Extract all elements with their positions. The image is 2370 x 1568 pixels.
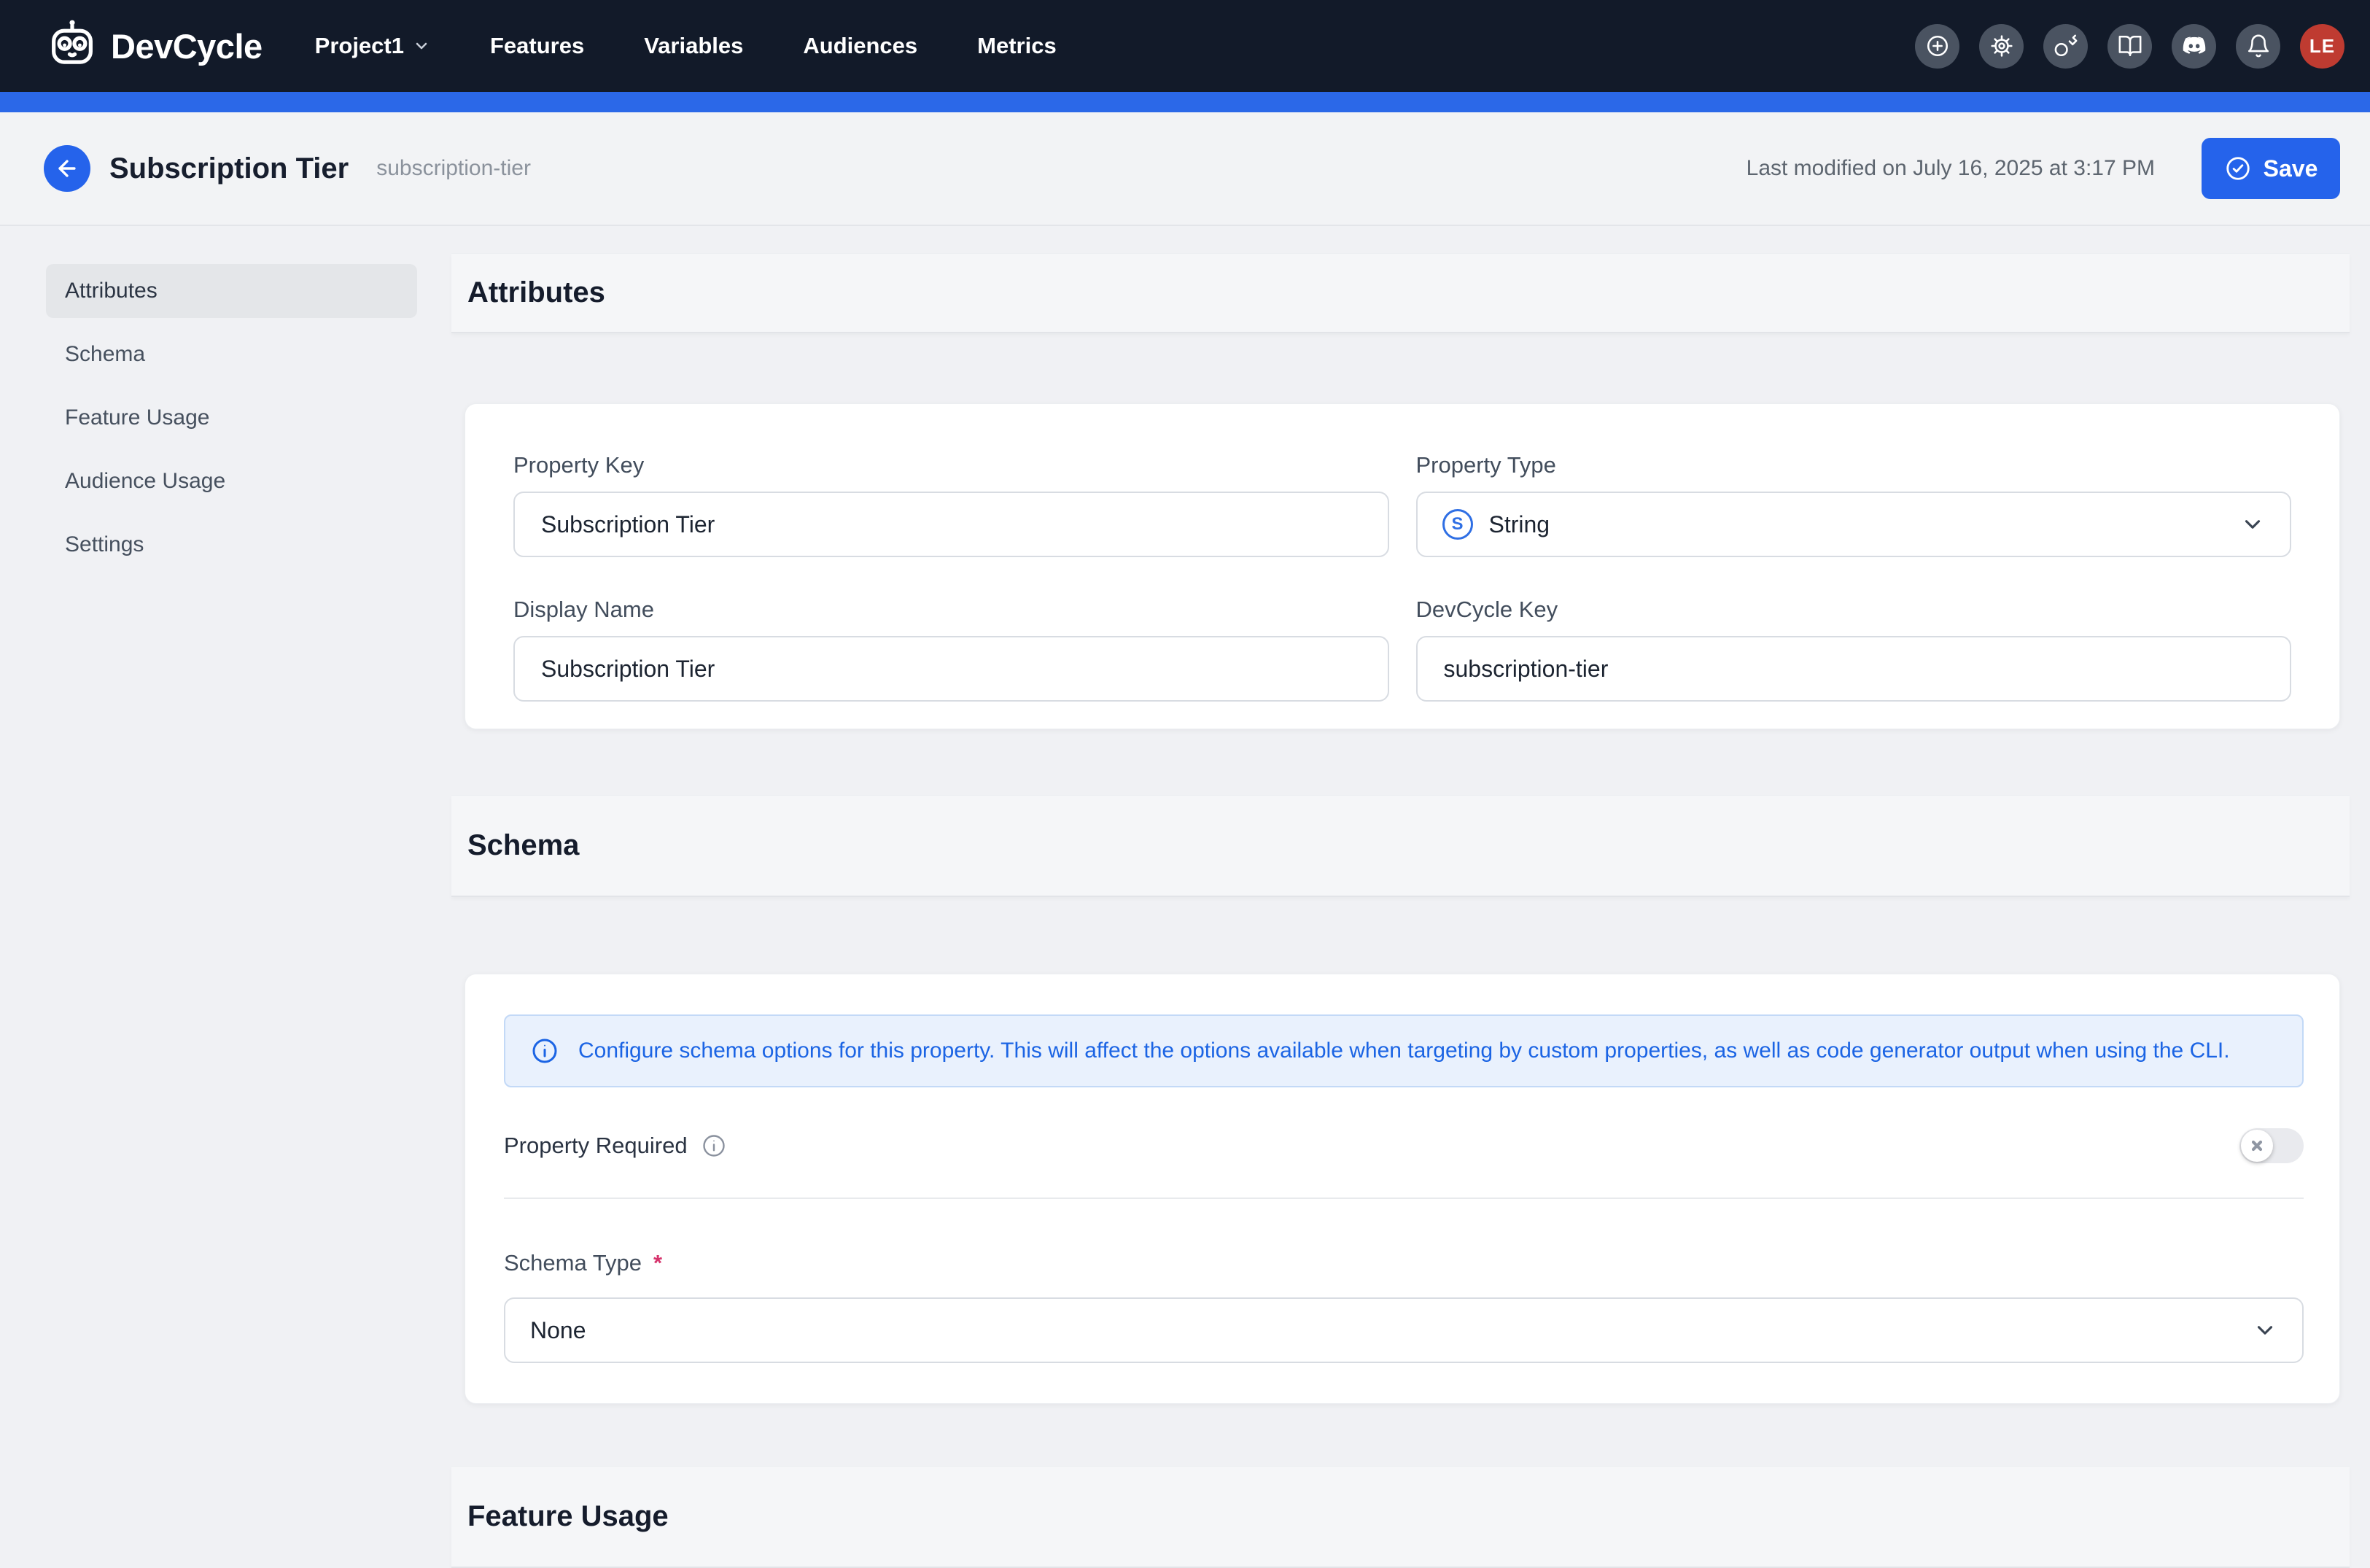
navbar-actions: LE	[1915, 24, 2344, 69]
display-name-label: Display Name	[513, 597, 1389, 623]
property-key-field-group: Property Key	[513, 452, 1389, 557]
nav-item-features[interactable]: Features	[490, 33, 584, 59]
property-type-label: Property Type	[1416, 452, 2292, 478]
schema-section-header: Schema	[451, 795, 2350, 897]
api-keys-button[interactable]	[2043, 24, 2088, 69]
nav-item-metrics[interactable]: Metrics	[977, 33, 1057, 59]
back-button[interactable]	[44, 145, 90, 192]
sidebar-item-settings[interactable]: Settings	[46, 518, 417, 572]
attributes-section-header: Attributes	[451, 253, 2350, 333]
last-modified-text: Last modified on July 16, 2025 at 3:17 P…	[1747, 156, 2155, 181]
create-button[interactable]	[1915, 24, 1959, 69]
top-navbar: DevCycle Project1 Features Variables Aud…	[0, 0, 2370, 92]
devcycle-logo[interactable]: DevCycle	[44, 18, 263, 74]
sidebar-item-attributes[interactable]: Attributes	[46, 264, 417, 318]
section-sidebar: Attributes Schema Feature Usage Audience…	[46, 264, 417, 581]
gear-icon	[1989, 34, 2014, 58]
schema-info-banner: Configure schema options for this proper…	[504, 1014, 2304, 1087]
devcycle-robot-icon	[44, 18, 101, 74]
property-required-row: Property Required	[504, 1128, 2304, 1163]
schema-divider	[504, 1198, 2304, 1199]
schema-type-value: None	[530, 1317, 586, 1344]
required-asterisk: *	[653, 1250, 662, 1276]
page-key: subscription-tier	[376, 156, 531, 181]
settings-button[interactable]	[1979, 24, 2024, 69]
project-selector[interactable]: Project1	[315, 33, 430, 59]
arrow-left-icon	[55, 156, 79, 181]
notifications-button[interactable]	[2236, 24, 2280, 69]
schema-type-label: Schema Type *	[504, 1250, 2304, 1276]
attributes-card: Property Key Property Type S String	[465, 403, 2340, 729]
save-button[interactable]: Save	[2202, 138, 2340, 199]
accent-bar	[0, 92, 2370, 112]
nav-item-variables[interactable]: Variables	[644, 33, 743, 59]
page-header: Subscription Tier subscription-tier Last…	[0, 112, 2370, 226]
devcycle-key-field-group: DevCycle Key	[1416, 597, 2292, 702]
brand-name: DevCycle	[111, 26, 263, 66]
display-name-input[interactable]	[513, 636, 1389, 702]
property-key-input[interactable]	[513, 492, 1389, 557]
user-avatar[interactable]: LE	[2300, 24, 2344, 69]
info-icon[interactable]	[701, 1133, 727, 1159]
schema-card: Configure schema options for this proper…	[465, 974, 2340, 1404]
bell-icon	[2246, 34, 2271, 58]
chevron-down-icon	[2253, 1318, 2277, 1343]
sidebar-item-audience-usage[interactable]: Audience Usage	[46, 454, 417, 508]
string-type-icon: S	[1442, 509, 1473, 540]
property-required-toggle[interactable]	[2239, 1128, 2304, 1163]
x-icon	[2250, 1138, 2264, 1153]
property-type-field-group: Property Type S String	[1416, 452, 2292, 557]
plus-circle-icon	[1925, 34, 1950, 58]
project-name: Project1	[315, 33, 404, 59]
property-type-value: String	[1489, 511, 1550, 538]
feature-usage-heading: Feature Usage	[467, 1500, 669, 1533]
discord-icon	[2182, 34, 2207, 58]
key-icon	[2054, 34, 2078, 58]
docs-button[interactable]	[2107, 24, 2152, 69]
sidebar-item-schema[interactable]: Schema	[46, 327, 417, 381]
devcycle-key-input[interactable]	[1416, 636, 2292, 702]
chevron-down-icon	[2240, 512, 2265, 537]
save-button-label: Save	[2264, 155, 2318, 182]
feature-usage-section-header: Feature Usage	[451, 1466, 2350, 1568]
property-required-label: Property Required	[504, 1133, 688, 1159]
property-key-label: Property Key	[513, 452, 1389, 478]
schema-type-select[interactable]: None	[504, 1297, 2304, 1363]
check-circle-icon	[2224, 155, 2252, 182]
schema-heading: Schema	[467, 829, 579, 862]
info-icon	[530, 1036, 559, 1066]
nav-links: Project1 Features Variables Audiences Me…	[315, 33, 1057, 59]
discord-button[interactable]	[2172, 24, 2216, 69]
chevron-down-icon	[413, 37, 430, 55]
book-open-icon	[2118, 34, 2142, 58]
nav-item-audiences[interactable]: Audiences	[803, 33, 917, 59]
attributes-heading: Attributes	[467, 276, 605, 309]
property-type-select[interactable]: S String	[1416, 492, 2292, 557]
display-name-field-group: Display Name	[513, 597, 1389, 702]
page-title: Subscription Tier	[109, 152, 349, 185]
sidebar-item-feature-usage[interactable]: Feature Usage	[46, 391, 417, 445]
schema-info-text: Configure schema options for this proper…	[578, 1039, 2230, 1063]
devcycle-key-label: DevCycle Key	[1416, 597, 2292, 623]
